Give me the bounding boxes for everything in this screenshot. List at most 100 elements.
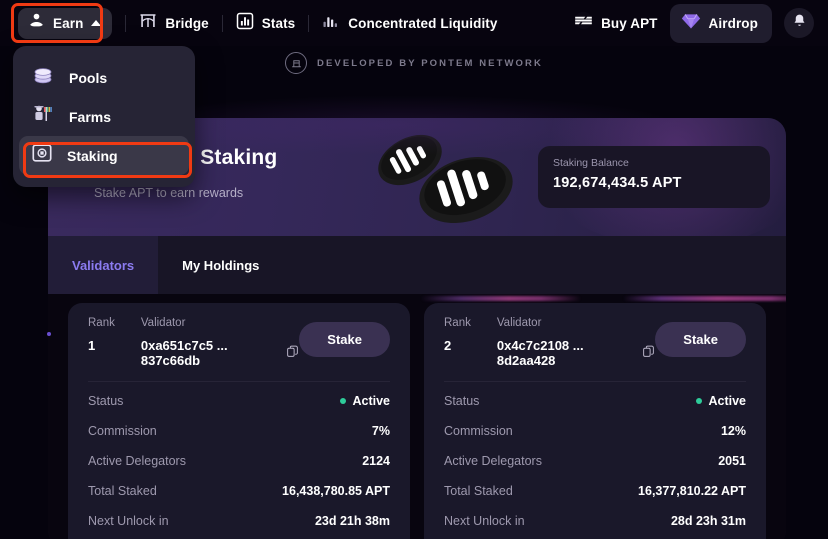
validator-card[interactable]: Rank 2 Validator 0x4c7c2108 ... 8d2aa428 (424, 303, 766, 539)
section-divider (48, 294, 786, 303)
bar-chart-boxed-icon (236, 12, 254, 35)
background-haze (120, 95, 680, 155)
row-total-staked: Total Staked 16,438,780.85 APT (88, 476, 390, 506)
row-commission: Commission 12% (444, 416, 746, 446)
rank-header: Rank (88, 317, 115, 329)
status-label: Status (88, 394, 124, 408)
pontem-logo-icon (285, 52, 308, 74)
validator-identity: Rank 2 Validator 0x4c7c2108 ... 8d2aa428 (444, 317, 655, 368)
background-decor-dot (47, 332, 51, 336)
dropdown-item-farms[interactable]: Farms (13, 97, 195, 136)
earn-dropdown-menu: Pools Farms Staking (13, 46, 195, 187)
rank-value: 1 (88, 338, 96, 353)
page-subtitle: Stake APT to earn rewards (94, 186, 244, 200)
validator-header: Validator (496, 317, 542, 329)
stake-button[interactable]: Stake (655, 322, 746, 357)
earn-label: Earn (53, 15, 84, 31)
bridge-icon (139, 12, 157, 35)
row-next-unlock: Next Unlock in 23d 21h 38m (88, 506, 390, 536)
nav-item-stats[interactable]: Stats (236, 0, 296, 46)
app-root: Earn Bridge Stats Concentrated Liquidity… (0, 0, 828, 539)
next-unlock-value: 23d 21h 38m (314, 514, 390, 528)
commission-value: 12% (720, 424, 746, 438)
nav-item-concentrated-liquidity[interactable]: Concentrated Liquidity (322, 0, 497, 46)
nav-label-concentrated-liquidity: Concentrated Liquidity (348, 15, 498, 31)
row-status: Status Active (444, 386, 746, 416)
nav-label-bridge: Bridge (165, 15, 209, 31)
divider-glow-left (421, 296, 581, 301)
validator-address: 0x4c7c2108 ... 8d2aa428 (496, 338, 584, 368)
rank-value: 2 (444, 338, 452, 353)
chevron-up-icon (91, 20, 102, 26)
total-staked-value: 16,377,810.22 APT (638, 484, 746, 498)
next-unlock-label: Next Unlock in (444, 514, 525, 528)
status-value: Active (708, 394, 746, 408)
dropdown-item-staking[interactable]: Staking (19, 136, 189, 175)
divider-glow-right (623, 296, 786, 301)
copy-icon[interactable] (642, 345, 655, 361)
nav-right-group: Buy APT Airdrop (574, 3, 828, 43)
validator-card[interactable]: Rank 1 Validator 0xa651c7c5 ... 837c66db (68, 303, 410, 539)
staking-balance-label: Staking Balance (553, 157, 629, 169)
status-value: Active (352, 394, 390, 408)
row-delegators: Active Delegators 2051 (444, 446, 746, 476)
notifications-button[interactable] (784, 8, 814, 38)
developed-by-text: DEVELOPED BY PONTEM NETWORK (317, 57, 543, 69)
diamond-icon (681, 11, 701, 36)
nav-divider (125, 14, 127, 32)
copy-icon[interactable] (286, 345, 299, 361)
nav-left-group: Earn Bridge Stats Concentrated Liquidity (0, 0, 498, 46)
rank-column: Rank 1 (88, 317, 115, 368)
row-next-unlock: Next Unlock in 28d 23h 31m (444, 506, 746, 536)
validator-address-row: 0x4c7c2108 ... 8d2aa428 (497, 338, 655, 368)
commission-value: 7% (371, 424, 390, 438)
dropdown-item-pools[interactable]: Pools (13, 58, 195, 97)
total-staked-label: Total Staked (88, 484, 157, 498)
buy-apt-button[interactable]: Buy APT (574, 11, 657, 35)
validator-column: Validator 0xa651c7c5 ... 837c66db (141, 317, 299, 368)
validator-header: Validator (140, 317, 186, 329)
status-badge: Active (340, 394, 390, 408)
validator-card-header: Rank 1 Validator 0xa651c7c5 ... 837c66db (88, 317, 390, 368)
validator-column: Validator 0x4c7c2108 ... 8d2aa428 (497, 317, 655, 368)
commission-label: Commission (88, 424, 157, 438)
delegators-value: 2051 (718, 454, 746, 468)
validator-card-list: Rank 1 Validator 0xa651c7c5 ... 837c66db (48, 303, 786, 539)
total-staked-label: Total Staked (444, 484, 513, 498)
next-unlock-label: Next Unlock in (88, 514, 169, 528)
status-dot-icon (696, 398, 703, 404)
row-total-staked: Total Staked 16,377,810.22 APT (444, 476, 746, 506)
validator-identity: Rank 1 Validator 0xa651c7c5 ... 837c66db (88, 317, 299, 368)
apt-coin-icon (574, 11, 593, 35)
buy-apt-label: Buy APT (601, 15, 658, 31)
rank-column: Rank 2 (444, 317, 471, 368)
stake-button[interactable]: Stake (299, 322, 390, 357)
bell-icon (792, 13, 807, 33)
tab-validators-label: Validators (72, 257, 135, 273)
airdrop-label: Airdrop (708, 15, 758, 31)
top-navigation-bar: Earn Bridge Stats Concentrated Liquidity… (0, 0, 828, 46)
staking-balance-card: Staking Balance 192,674,434.5 APT (538, 146, 770, 208)
user-hand-icon (27, 11, 46, 35)
nav-divider (221, 14, 223, 32)
dropdown-label-farms: Farms (69, 108, 112, 125)
next-unlock-value: 28d 23h 31m (670, 514, 746, 528)
status-badge: Active (696, 394, 746, 408)
dropdown-label-staking: Staking (67, 147, 118, 164)
tab-validators[interactable]: Validators (48, 236, 159, 294)
nav-item-bridge[interactable]: Bridge (139, 0, 209, 46)
validator-address: 0xa651c7c5 ... 837c66db (140, 338, 228, 368)
card-divider (444, 381, 746, 382)
dropdown-label-pools: Pools (69, 69, 108, 86)
tab-my-holdings[interactable]: My Holdings (158, 236, 283, 294)
nav-divider (308, 14, 310, 32)
delegators-value: 2124 (362, 454, 390, 468)
validator-card-header: Rank 2 Validator 0x4c7c2108 ... 8d2aa428 (444, 317, 746, 368)
rank-header: Rank (444, 317, 471, 329)
commission-label: Commission (444, 424, 513, 438)
airdrop-button[interactable]: Airdrop (669, 3, 772, 43)
earn-menu-button[interactable]: Earn (18, 7, 113, 39)
row-delegators: Active Delegators 2124 (88, 446, 390, 476)
staking-balance-value: 192,674,434.5 APT (553, 175, 682, 191)
row-status: Status Active (88, 386, 390, 416)
